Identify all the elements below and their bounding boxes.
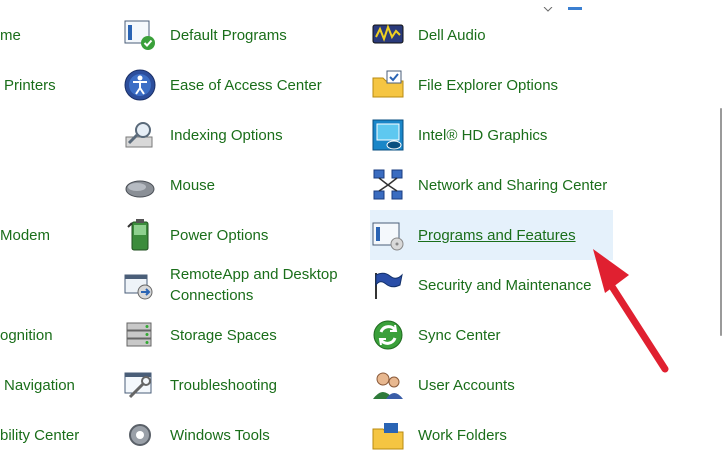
left-item-label: Modem: [0, 226, 51, 244]
left-item-mobility[interactable]: bility Center: [0, 410, 110, 460]
intel-graphics-icon: [370, 117, 406, 153]
red-arrow-annotation: [593, 249, 669, 373]
item-label: Default Programs: [170, 26, 287, 44]
item-intel-hd-graphics[interactable]: Intel® HD Graphics: [370, 110, 613, 160]
item-user-accounts[interactable]: User Accounts: [370, 360, 613, 410]
item-windows-tools[interactable]: Windows Tools: [122, 410, 360, 460]
item-label: Security and Maintenance: [418, 276, 592, 294]
item-ease-of-access[interactable]: Ease of Access Center: [122, 60, 360, 110]
item-power-options[interactable]: Power Options: [122, 210, 360, 260]
item-work-folders[interactable]: Work Folders: [370, 410, 613, 460]
left-item-label: ognition: [0, 326, 53, 344]
item-mouse[interactable]: Mouse: [122, 160, 360, 210]
default-programs-icon: [122, 17, 158, 53]
item-sync-center[interactable]: Sync Center: [370, 310, 613, 360]
item-label: Network and Sharing Center: [418, 176, 608, 194]
left-item-label: me: [0, 26, 21, 44]
left-item-home[interactable]: me: [0, 10, 110, 60]
left-item-label: Printers: [4, 76, 56, 94]
gear-icon: [122, 417, 158, 453]
item-storage-spaces[interactable]: Storage Spaces: [122, 310, 360, 360]
flag-icon: [370, 267, 406, 303]
item-label: RemoteApp and Desktop Connections: [170, 266, 338, 304]
programs-features-icon: [370, 217, 406, 253]
storage-spaces-icon: [122, 317, 158, 353]
network-icon: [370, 167, 406, 203]
header-stub: [540, 0, 590, 12]
troubleshooting-icon: [122, 367, 158, 403]
item-network-sharing[interactable]: Network and Sharing Center: [370, 160, 613, 210]
item-label: Ease of Access Center: [170, 76, 322, 94]
item-label: Troubleshooting: [170, 376, 278, 394]
remoteapp-icon: [122, 267, 158, 303]
scrollbar-thumb[interactable]: [720, 108, 722, 336]
item-troubleshooting[interactable]: Troubleshooting: [122, 360, 360, 410]
scrollbar[interactable]: [714, 0, 728, 438]
item-file-explorer-options[interactable]: File Explorer Options: [370, 60, 613, 110]
item-label: Mouse: [170, 176, 216, 194]
left-item-label: bility Center: [0, 426, 80, 444]
item-indexing-options[interactable]: Indexing Options: [122, 110, 360, 160]
work-folders-icon: [370, 417, 406, 453]
item-label: Dell Audio: [418, 26, 486, 44]
left-item-modem[interactable]: Modem: [0, 210, 110, 260]
indexing-options-icon: [122, 117, 158, 153]
item-label: Indexing Options: [170, 126, 283, 144]
item-label: Power Options: [170, 226, 269, 244]
left-item-label: Navigation: [4, 376, 75, 394]
power-options-icon: [122, 217, 158, 253]
item-label: Work Folders: [418, 426, 507, 444]
item-label: Sync Center: [418, 326, 501, 344]
left-item-printers[interactable]: Printers: [4, 60, 114, 110]
mouse-icon: [122, 167, 158, 203]
item-label: User Accounts: [418, 376, 515, 394]
item-remoteapp[interactable]: RemoteApp and Desktop Connections: [122, 260, 360, 310]
left-item-navigation[interactable]: Navigation: [4, 360, 114, 410]
users-icon: [370, 367, 406, 403]
item-label: Windows Tools: [170, 426, 270, 444]
item-label: Programs and Features: [418, 226, 576, 244]
item-label: File Explorer Options: [418, 76, 559, 94]
ease-of-access-icon: [122, 67, 158, 103]
item-dell-audio[interactable]: Dell Audio: [370, 10, 613, 60]
item-security-maintenance[interactable]: Security and Maintenance: [370, 260, 613, 310]
item-default-programs[interactable]: Default Programs: [122, 10, 360, 60]
dell-audio-icon: [370, 17, 406, 53]
item-programs-and-features[interactable]: Programs and Features: [370, 210, 613, 260]
item-label: Intel® HD Graphics: [418, 126, 548, 144]
sync-icon: [370, 317, 406, 353]
item-label: Storage Spaces: [170, 326, 277, 344]
folder-icon: [370, 67, 406, 103]
left-item-recognition[interactable]: ognition: [0, 310, 110, 360]
